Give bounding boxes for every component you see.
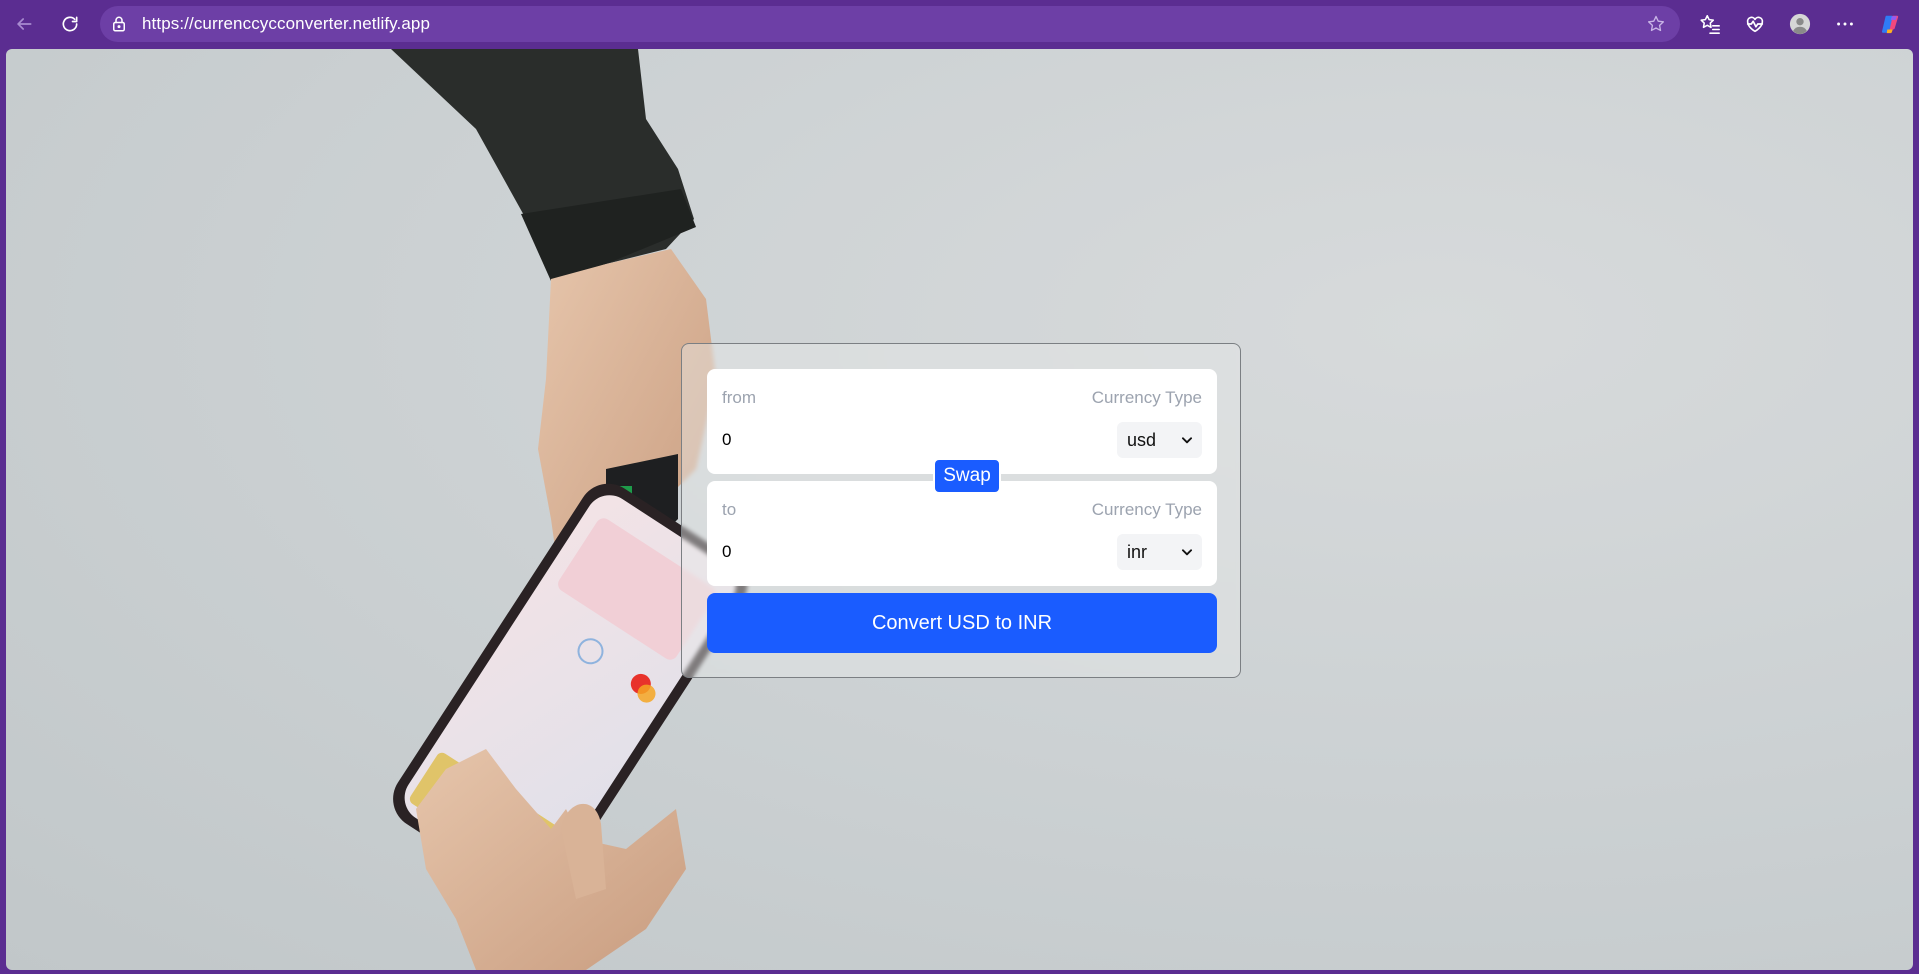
convert-button[interactable]: Convert USD to INR (707, 593, 1217, 653)
more-button[interactable] (1831, 10, 1859, 38)
to-currency-box: to Currency Type inr (707, 481, 1217, 586)
profile-button[interactable] (1786, 10, 1814, 38)
from-currency-select[interactable]: usd (1117, 422, 1202, 458)
from-currency-value: usd (1127, 429, 1157, 450)
page-viewport: from Currency Type usd to Currency Type … (6, 49, 1913, 970)
swap-button[interactable]: Swap (933, 458, 1001, 494)
browser-toolbar: https://currenccycconverter.netlify.app (0, 0, 1919, 48)
copilot-button[interactable] (1876, 10, 1904, 38)
favorite-star-icon[interactable] (1646, 14, 1666, 34)
address-bar[interactable]: https://currenccycconverter.netlify.app (100, 6, 1680, 42)
converter-card: from Currency Type usd to Currency Type … (681, 343, 1241, 678)
from-currency-type-label: Currency Type (1091, 388, 1202, 407)
copilot-icon (1881, 15, 1899, 34)
profile-icon (1789, 13, 1811, 35)
url-text[interactable]: https://currenccycconverter.netlify.app (142, 6, 430, 42)
to-label: to (722, 500, 737, 519)
chevron-down-icon (1181, 549, 1193, 556)
chevron-down-icon (1181, 437, 1193, 444)
to-currency-type-label: Currency Type (1091, 500, 1202, 519)
to-currency-select[interactable]: inr (1117, 534, 1202, 570)
more-icon (1837, 22, 1853, 26)
lock-icon[interactable] (110, 15, 128, 33)
browser-essentials-icon (1746, 16, 1764, 33)
back-icon (17, 18, 32, 30)
to-currency-value: inr (1127, 541, 1148, 562)
favorites-list-icon (1700, 14, 1720, 34)
refresh-icon (62, 16, 78, 32)
refresh-button[interactable] (54, 8, 86, 40)
browser-essentials-button[interactable] (1741, 10, 1769, 38)
favorites-button[interactable] (1696, 10, 1724, 38)
from-amount-input[interactable] (722, 425, 1022, 455)
from-label: from (722, 388, 756, 407)
back-button[interactable] (8, 8, 40, 40)
to-amount-input[interactable] (722, 537, 1022, 567)
